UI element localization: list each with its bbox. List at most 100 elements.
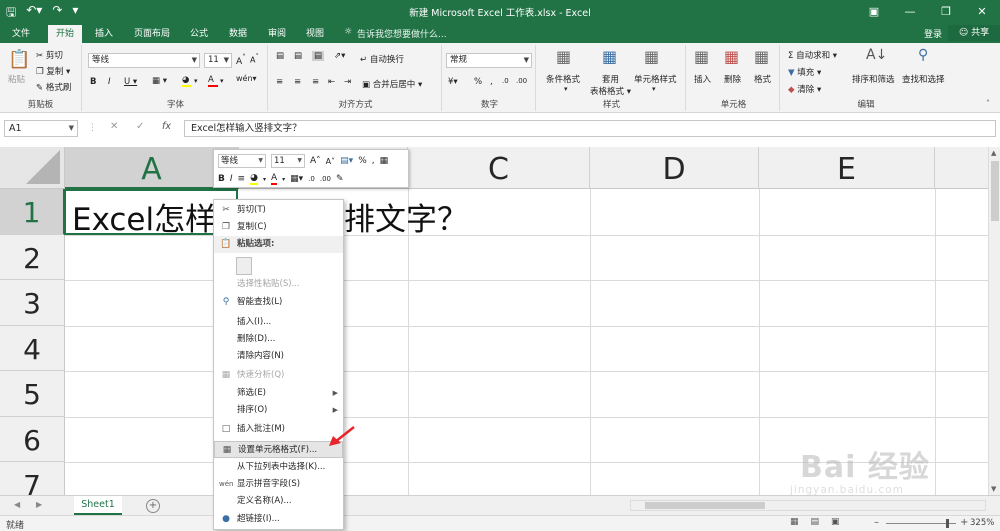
mini-increase-decimal-icon[interactable]: .0 (308, 175, 315, 183)
mini-borders-icon[interactable]: ▦▾ (290, 174, 303, 184)
menu-item-paste-special[interactable]: 选择性粘贴(S)... (214, 276, 343, 293)
splitter-icon[interactable]: ⋮ (88, 123, 97, 133)
comma-icon[interactable]: , (490, 77, 493, 87)
align-center-icon[interactable]: ≡ (294, 77, 301, 87)
minimize-icon[interactable]: — (892, 0, 928, 23)
tab-review[interactable]: 审阅 (260, 25, 294, 43)
format-painter-button[interactable]: ✎ 格式刷 (36, 81, 71, 93)
underline-button[interactable]: U ▾ (124, 77, 137, 87)
fill-button[interactable]: ▼ 填充 ▾ (788, 66, 821, 78)
vertical-scroll-thumb[interactable] (991, 161, 999, 221)
percent-icon[interactable]: % (474, 77, 482, 87)
row-header-1[interactable]: 1 (0, 189, 65, 235)
menu-item-smart-lookup[interactable]: ⚲ 智能查找(L) (214, 294, 343, 311)
accounting-format-icon[interactable]: ▤▾ (340, 156, 353, 166)
page-break-view-icon[interactable]: ▣ (831, 517, 840, 527)
column-header-c[interactable]: C (408, 147, 590, 189)
mini-center-icon[interactable]: ≡ (238, 174, 246, 184)
font-size-combo[interactable]: 11 ▼ (204, 53, 232, 68)
menu-item-insert[interactable]: 插入(I)... (214, 314, 343, 331)
tab-home[interactable]: 开始 (48, 25, 83, 43)
decrease-indent-icon[interactable]: ⇤ (328, 77, 335, 87)
share-button[interactable]: ☺ 共享 (948, 25, 1000, 41)
prev-sheet-icon[interactable]: ◀ (14, 500, 20, 509)
tab-file[interactable]: 文件 (4, 25, 38, 43)
scroll-up-icon[interactable]: ▲ (991, 149, 996, 157)
row-header-3[interactable]: 3 (0, 280, 65, 326)
align-left-icon[interactable]: ≡ (276, 77, 283, 87)
cell-styles-button[interactable]: 单元格样式 (634, 73, 677, 85)
wrap-text-button[interactable]: ↵ 自动换行 (360, 53, 404, 65)
row-header-5[interactable]: 5 (0, 371, 65, 417)
sheet-tab-sheet1[interactable]: Sheet1 (74, 496, 122, 515)
mini-italic-button[interactable]: I (230, 174, 233, 184)
align-right-icon[interactable]: ≡ (312, 77, 319, 87)
find-select-button[interactable]: 查找和选择 (902, 73, 945, 85)
mini-decrease-decimal-icon[interactable]: .00 (320, 175, 331, 183)
mini-size-combo[interactable]: 11 ▼ (271, 154, 305, 168)
clear-button[interactable]: ◆ 清除 ▾ (788, 83, 821, 95)
format-as-table-line1[interactable]: 套用 (602, 73, 619, 85)
mini-font-combo[interactable]: 等线 ▼ (218, 154, 266, 168)
copy-button[interactable]: ❐ 复制 ▾ (36, 65, 70, 77)
currency-icon[interactable]: ¥▾ (448, 77, 458, 87)
tab-data[interactable]: 数据 (221, 25, 255, 43)
menu-item-clear-contents[interactable]: 清除内容(N) (214, 348, 343, 365)
login-link[interactable]: 登录 (924, 27, 942, 40)
number-format-combo[interactable]: 常规 ▼ (446, 53, 532, 68)
grow-font-icon[interactable]: A˄ (310, 156, 321, 166)
menu-item-quick-analysis[interactable]: ▦ 快速分析(Q) (214, 367, 343, 384)
row-header-2[interactable]: 2 (0, 235, 65, 280)
menu-item-format-cells[interactable]: ▦ 设置单元格格式(F)... (214, 441, 343, 458)
mini-format-brush-icon[interactable]: ✎ (336, 174, 344, 184)
close-icon[interactable]: ✕ (964, 0, 1000, 23)
menu-item-sort[interactable]: 排序(O) ▶ (214, 402, 343, 419)
zoom-level[interactable]: 325% (970, 518, 994, 528)
scroll-down-icon[interactable]: ▼ (991, 485, 996, 493)
insert-cells-button[interactable]: 插入 (694, 73, 711, 85)
vertical-scrollbar[interactable]: ▲ ▼ (988, 147, 1000, 495)
orientation-icon[interactable]: ⇗▾ (334, 51, 345, 61)
page-layout-view-icon[interactable]: ▤ (811, 517, 820, 527)
autosum-button[interactable]: Σ 自动求和 ▾ (788, 49, 837, 61)
format-painter-icon[interactable]: ▦ (380, 156, 389, 166)
paste-icon[interactable]: 📋 (8, 49, 30, 70)
name-box[interactable]: A1 ▼ (4, 120, 78, 137)
menu-item-cut[interactable]: ✂ 剪切(T) (214, 202, 343, 219)
zoom-out-icon[interactable]: – (874, 517, 879, 528)
formula-input[interactable]: Excel怎样输入竖排文字？ (184, 120, 996, 137)
font-color-icon[interactable]: A (208, 75, 218, 87)
add-sheet-button[interactable]: + (146, 499, 160, 513)
tab-page-layout[interactable]: 页面布局 (126, 25, 178, 43)
menu-item-filter[interactable]: 筛选(E) ▶ (214, 385, 343, 402)
shrink-font-icon[interactable]: A˅ (326, 157, 335, 166)
cut-button[interactable]: ✂ 剪切 (36, 49, 63, 61)
select-all-corner[interactable] (0, 147, 65, 189)
bold-button[interactable]: B (90, 77, 96, 87)
align-bottom-icon[interactable]: ▤ (312, 51, 325, 61)
tab-view[interactable]: 视图 (298, 25, 332, 43)
decrease-decimal-icon[interactable]: .00 (516, 77, 527, 85)
italic-button[interactable]: I (108, 77, 111, 87)
row-header-7[interactable]: 7 (0, 462, 65, 495)
row-header-6[interactable]: 6 (0, 417, 65, 462)
format-as-table-line2[interactable]: 表格格式 ▾ (590, 85, 631, 97)
phonetic-icon[interactable]: wén▾ (236, 74, 257, 83)
column-header-e[interactable]: E (759, 147, 935, 189)
normal-view-icon[interactable]: ▦ (790, 517, 799, 527)
conditional-format-button[interactable]: 条件格式 (546, 73, 580, 85)
insert-function-button[interactable]: fx (162, 121, 171, 132)
sort-filter-button[interactable]: 排序和筛选 (852, 73, 895, 85)
font-name-combo[interactable]: 等线 ▼ (88, 53, 200, 68)
column-header-d[interactable]: D (590, 147, 759, 189)
cancel-icon[interactable]: ✕ (110, 121, 118, 132)
enter-icon[interactable]: ✓ (136, 121, 144, 132)
mini-font-color-icon[interactable]: A (270, 173, 278, 185)
paste-option-icon[interactable] (236, 257, 252, 275)
mini-percent-button[interactable]: % (358, 156, 367, 166)
next-sheet-icon[interactable]: ▶ (36, 500, 42, 509)
format-cells-button[interactable]: 格式 (754, 73, 771, 85)
merge-center-button[interactable]: ▣ 合并后居中 ▾ (362, 78, 422, 90)
ribbon-display-icon[interactable]: ▣ (856, 0, 892, 23)
increase-indent-icon[interactable]: ⇥ (344, 77, 351, 87)
